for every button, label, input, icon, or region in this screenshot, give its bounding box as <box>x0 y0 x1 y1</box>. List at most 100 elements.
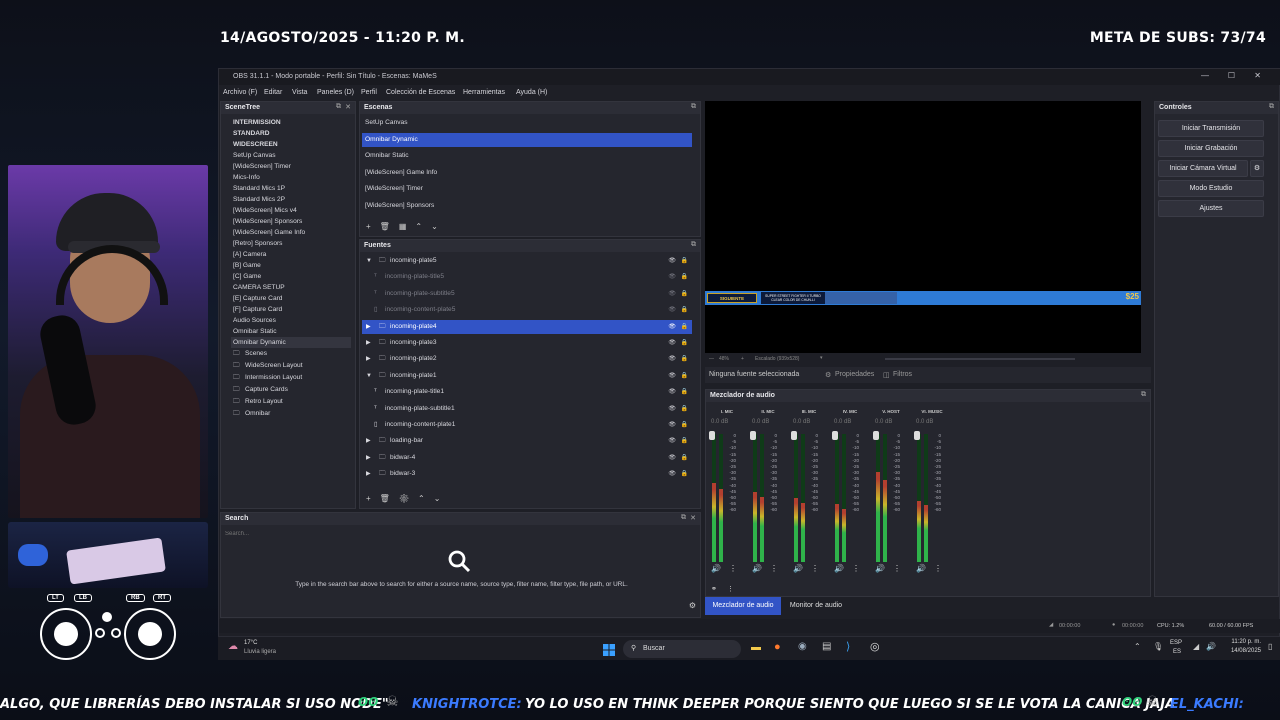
lock-icon[interactable]: 🔒 <box>681 434 688 448</box>
volume-fader-handle[interactable] <box>791 431 797 440</box>
menu-archivo[interactable]: Archivo (F) <box>223 89 257 96</box>
add-icon[interactable]: + <box>366 222 380 231</box>
source-row[interactable]: ᵀ incoming-plate-title5 👁 🔒 <box>362 270 692 284</box>
menu-editar[interactable]: Editar <box>264 89 282 96</box>
settings-button[interactable]: Ajustes <box>1158 200 1264 217</box>
tab-audio-mixer[interactable]: Mezclador de audio <box>705 597 781 615</box>
obs-icon[interactable]: ◎ <box>870 640 880 653</box>
lock-icon[interactable]: 🔒 <box>681 402 688 416</box>
scenetree-folder[interactable]: WideScreen Layout <box>245 360 303 371</box>
visibility-icon[interactable]: 👁 <box>668 336 676 350</box>
taskbar-search[interactable]: ⚲ Buscar <box>623 640 741 658</box>
source-row[interactable]: ▶ 🗀 incoming-plate2 👁 🔒 <box>362 352 692 366</box>
visibility-icon[interactable]: 👁 <box>668 434 676 448</box>
mute-icon[interactable]: 🔊 <box>875 564 885 573</box>
visibility-icon[interactable]: 👁 <box>668 287 676 301</box>
lock-icon[interactable]: 🔒 <box>681 254 688 268</box>
visibility-icon[interactable]: 👁 <box>668 402 676 416</box>
start-stream-button[interactable]: Iniciar Transmisión <box>1158 120 1264 137</box>
scene-item[interactable]: Omnibar Dynamic <box>362 132 692 147</box>
lock-icon[interactable]: 🔒 <box>681 418 688 432</box>
expand-icon[interactable]: ▶ <box>366 451 371 465</box>
visibility-icon[interactable]: 👁 <box>668 369 676 383</box>
scenetree-scene[interactable]: Mics-Info <box>233 172 260 183</box>
scenetree-group[interactable]: STANDARD <box>233 128 270 139</box>
visibility-icon[interactable]: 👁 <box>668 418 676 432</box>
scenetree-scene[interactable]: [C] Game <box>233 271 261 282</box>
zoom-out-icon[interactable]: — <box>709 356 714 362</box>
volume-fader-handle[interactable] <box>832 431 838 440</box>
menu-dots-icon[interactable]: ⋮ <box>934 564 942 573</box>
scenetree-scene[interactable]: [WideScreen] Sponsors <box>233 216 302 227</box>
filter-icon[interactable]: ▦ <box>399 222 416 231</box>
scene-item[interactable]: [WideScreen] Sponsors <box>362 199 692 213</box>
visibility-icon[interactable]: 👁 <box>668 254 676 268</box>
source-row[interactable]: ᵀ incoming-plate-subtitle5 👁 🔒 <box>362 287 692 301</box>
scenetree-folder[interactable]: Omnibar <box>245 408 270 419</box>
start-recording-button[interactable]: Iniciar Grabación <box>1158 140 1264 157</box>
lock-icon[interactable]: 🔒 <box>681 270 688 284</box>
float-icon[interactable]: ⧉ <box>681 514 686 522</box>
menu-dots-icon[interactable]: ⋮ <box>893 564 901 573</box>
clock-date[interactable]: 14/08/2025 <box>1221 648 1261 654</box>
volume-fader-handle[interactable] <box>873 431 879 440</box>
lock-icon[interactable]: 🔒 <box>681 303 688 317</box>
minimize-icon[interactable]: — <box>1201 71 1209 80</box>
scene-item[interactable]: [WideScreen] Timer <box>362 182 692 196</box>
mute-icon[interactable]: 🔊 <box>834 564 844 573</box>
scenetree-group[interactable]: WIDESCREEN <box>233 139 278 150</box>
add-icon[interactable]: + <box>366 494 380 503</box>
lock-icon[interactable]: 🔒 <box>681 467 688 481</box>
scenetree-scene[interactable]: [Retro] Sponsors <box>233 238 282 249</box>
expand-icon[interactable]: ▶ <box>366 467 371 481</box>
scenetree-folder[interactable]: Intermission Layout <box>245 372 302 383</box>
firefox-icon[interactable]: ● <box>774 641 781 653</box>
source-row[interactable]: ▼ 🗀 incoming-plate1 👁 🔒 <box>362 369 692 383</box>
clock-time[interactable]: 11:20 p. m. <box>1221 639 1261 645</box>
mute-icon[interactable]: 🔊 <box>916 564 926 573</box>
preview-canvas[interactable]: SIGUIENTE SUPER STREET FIGHTER II TURBO … <box>705 101 1141 353</box>
scale-mode[interactable]: Escalado (939x528) <box>755 356 799 362</box>
move-down-icon[interactable]: ⌄ <box>431 222 447 231</box>
scene-item[interactable]: [WideScreen] Game Info <box>362 166 692 180</box>
search-input[interactable] <box>225 528 695 540</box>
zoom-in-icon[interactable]: + <box>741 356 744 362</box>
maximize-icon[interactable]: ☐ <box>1228 71 1235 80</box>
tray-chevron-icon[interactable]: ⌃ <box>1134 642 1141 651</box>
menu-dots-icon[interactable]: ⋮ <box>811 564 819 573</box>
preview-scrollbar[interactable] <box>885 358 1075 360</box>
properties-button[interactable]: Propiedades <box>835 371 874 378</box>
scenetree-folder[interactable]: Capture Cards <box>245 384 288 395</box>
gear-icon[interactable]: ⚙ <box>399 494 418 503</box>
visibility-icon[interactable]: 👁 <box>668 467 676 481</box>
lock-icon[interactable]: 🔒 <box>681 369 688 383</box>
scene-item[interactable]: SetUp Canvas <box>362 116 692 130</box>
scenetree-scene[interactable]: Standard Mics 1P <box>233 183 285 194</box>
menu-dots-icon[interactable]: ⋮ <box>770 564 778 573</box>
start-virtual-cam-button[interactable]: Iniciar Cámara Virtual <box>1158 160 1248 177</box>
lang-label[interactable]: ESP <box>1170 640 1182 646</box>
menu-coleccion[interactable]: Colección de Escenas <box>386 89 455 96</box>
lock-icon[interactable]: 🔒 <box>681 385 688 399</box>
volume-icon[interactable]: 🔊 <box>1206 642 1216 651</box>
scenetree-group[interactable]: INTERMISSION <box>233 117 281 128</box>
expand-icon[interactable]: ▶ <box>366 352 371 366</box>
scenetree-scene[interactable]: [E] Capture Card <box>233 293 282 304</box>
scenetree-scene[interactable]: [B] Game <box>233 260 261 271</box>
trash-icon[interactable]: 🗑 <box>380 494 399 503</box>
notification-icon[interactable]: ▯ <box>1268 642 1272 651</box>
scene-item[interactable]: Omnibar Static <box>362 149 692 163</box>
source-row[interactable]: ▶ 🗀 incoming-plate3 👁 🔒 <box>362 336 692 350</box>
menu-dots-icon[interactable]: ⋮ <box>729 564 737 573</box>
float-icon[interactable]: ⧉ <box>1269 103 1274 111</box>
scenetree-scene[interactable]: SetUp Canvas <box>233 150 276 161</box>
source-row[interactable]: ▯ incoming-content-plate5 👁 🔒 <box>362 303 692 317</box>
scenetree-scene[interactable]: [A] Camera <box>233 249 266 260</box>
source-row[interactable]: ▼ 🗀 incoming-plate5 👁 🔒 <box>362 254 692 268</box>
lock-icon[interactable]: 🔒 <box>681 336 688 350</box>
link-icon[interactable]: ⚭ <box>711 585 717 593</box>
scenetree-folder[interactable]: Retro Layout <box>245 396 283 407</box>
scenetree-scene[interactable]: Audio Sources <box>233 315 276 326</box>
expand-icon[interactable]: ▶ <box>366 434 371 448</box>
scenetree-scene[interactable]: [WideScreen] Game Info <box>233 227 305 238</box>
